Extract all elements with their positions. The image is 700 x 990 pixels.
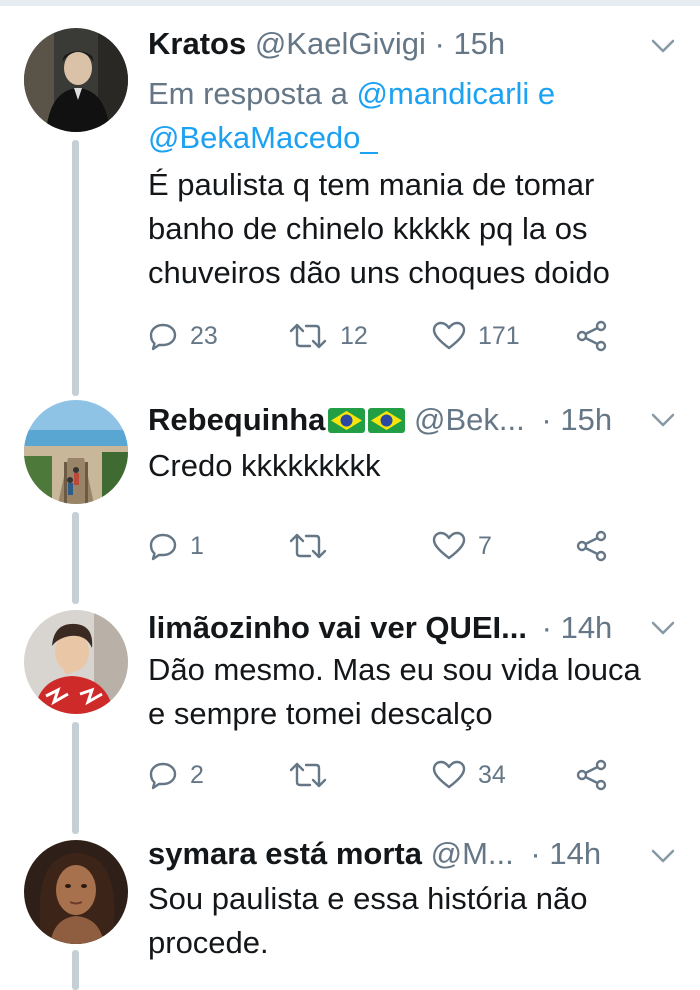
like-button[interactable]: 7 [432, 526, 492, 566]
thread-connector [72, 950, 79, 990]
tweet-actions: 23 12 171 [148, 316, 628, 356]
heart-icon [432, 321, 466, 350]
reply-icon [149, 762, 177, 790]
share-button[interactable] [576, 526, 608, 566]
timestamp[interactable]: 15h [560, 402, 612, 437]
share-button[interactable] [576, 755, 608, 795]
retweet-button[interactable] [288, 755, 340, 795]
tweet-text: É paulista q tem mania de tomar banho de… [148, 167, 610, 290]
like-count: 171 [478, 321, 520, 350]
retweet-count: 12 [340, 321, 368, 350]
retweet-icon [289, 533, 327, 559]
user-handle[interactable]: @Bek... [414, 402, 525, 437]
display-name[interactable]: Rebequinha [148, 402, 325, 437]
reply-count: 1 [190, 531, 204, 560]
thread-connector [72, 512, 79, 604]
brazil-flag-emoji [368, 408, 406, 433]
like-count: 34 [478, 760, 506, 789]
like-button[interactable]: 34 [432, 755, 506, 795]
reply-icon [149, 323, 177, 351]
tweet-actions: 2 34 [148, 755, 628, 795]
separator-dot: · [541, 610, 552, 645]
retweet-button[interactable]: 12 [288, 316, 368, 356]
retweet-icon [289, 762, 327, 788]
avatar[interactable] [24, 610, 128, 714]
reply-prefix: Em resposta a [148, 76, 348, 111]
chevron-down-icon[interactable] [650, 38, 676, 54]
separator-dot: · [541, 402, 552, 437]
chevron-down-icon[interactable] [650, 620, 676, 636]
tweet-text: Sou paulista e essa história não procede… [148, 881, 588, 960]
reply-conjunction: e [537, 76, 556, 111]
tweet-header: Rebequinha @Bek... · 15h [148, 402, 700, 438]
reply-count: 23 [190, 321, 218, 350]
tweet-text: Credo kkkkkkkkk [148, 448, 381, 483]
thread-connector [72, 722, 79, 834]
tweet-text: Dão mesmo. Mas eu sou vida louca e sempr… [148, 652, 641, 731]
display-name[interactable]: Kratos [148, 26, 246, 61]
display-name[interactable]: symara está morta [148, 836, 422, 871]
tweet-actions: 1 7 [148, 526, 628, 566]
share-icon [576, 320, 607, 352]
share-icon [576, 530, 607, 562]
chevron-down-icon[interactable] [650, 412, 676, 428]
reply-context: Em resposta a @mandicarli e @BekaMacedo_ [148, 72, 688, 160]
reply-button[interactable]: 2 [148, 755, 204, 795]
user-handle[interactable]: @M... [431, 836, 514, 871]
user-handle[interactable]: @KaelGivigi [255, 26, 426, 61]
share-icon [576, 759, 607, 791]
reply-icon [149, 533, 177, 561]
share-button[interactable] [576, 316, 608, 356]
timestamp[interactable]: 14h [561, 610, 613, 645]
avatar[interactable] [24, 400, 128, 504]
like-count: 7 [478, 531, 492, 560]
timestamp[interactable]: 14h [549, 836, 601, 871]
thread-connector [72, 140, 79, 396]
retweet-icon [289, 323, 327, 349]
reply-count: 2 [190, 760, 204, 789]
display-name[interactable]: limãozinho vai ver QUEI... [148, 610, 527, 645]
reply-button[interactable]: 23 [148, 316, 218, 356]
mention-link[interactable]: @mandicarli [357, 76, 530, 111]
tweet-header: Kratos @KaelGivigi · 15h [148, 26, 700, 62]
retweet-button[interactable] [288, 526, 340, 566]
reply-button[interactable]: 1 [148, 526, 204, 566]
avatar[interactable] [24, 840, 128, 944]
timestamp[interactable]: 15h [453, 26, 505, 61]
separator-dot: · [434, 26, 445, 61]
heart-icon [432, 760, 466, 789]
brazil-flag-emoji [328, 408, 366, 433]
tweet-header: symara está morta @M... · 14h [148, 836, 700, 872]
top-divider [0, 0, 700, 6]
avatar[interactable] [24, 28, 128, 132]
mention-link[interactable]: @BekaMacedo_ [148, 120, 378, 155]
like-button[interactable]: 171 [432, 316, 520, 356]
heart-icon [432, 531, 466, 560]
chevron-down-icon[interactable] [650, 848, 676, 864]
tweet-header: limãozinho vai ver QUEI... · 14h [148, 610, 700, 646]
separator-dot: · [530, 836, 541, 871]
